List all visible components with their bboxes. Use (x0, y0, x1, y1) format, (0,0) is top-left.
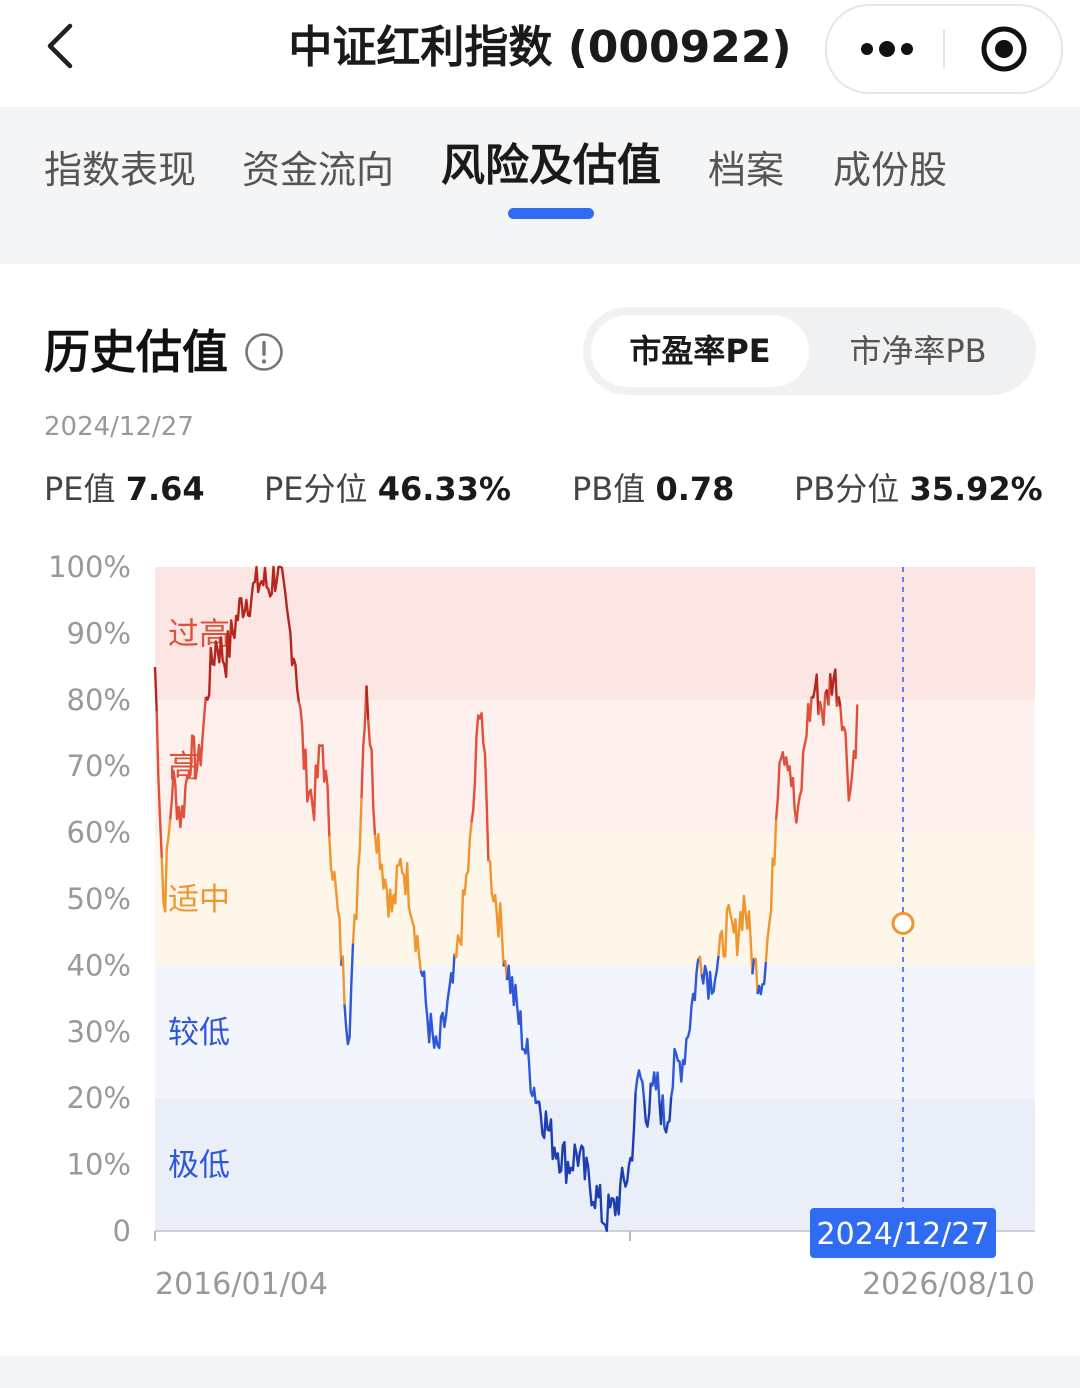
y-tick-label: 10% (67, 1148, 131, 1182)
stat-number: 35.92% (909, 470, 1043, 508)
stat-pb-value: PB值 0.78 (572, 464, 734, 510)
valuation-date: 2024/12/27 (44, 412, 194, 442)
page-title: 中证红利指数 (000922) (288, 22, 792, 73)
tab-constituents[interactable]: 成份股 (833, 145, 947, 195)
stat-label: PB分位 (794, 470, 900, 508)
series-line-segment (661, 1094, 666, 1128)
valuation-card: 历史估值 市盈率PE 市净率PB 2024/12/27 PE值 7.64 PE分… (0, 264, 1080, 1356)
series-line-segment (837, 696, 842, 707)
bottom-spacer (0, 1356, 1080, 1388)
tab-bar: 指数表现 资金流向 风险及估值 档案 成份股 (22, 107, 1080, 232)
record-circle-icon[interactable] (979, 24, 1029, 74)
y-tick-label: 20% (67, 1081, 131, 1115)
pe-toggle-button[interactable]: 市盈率PE (591, 315, 809, 387)
y-tick-label: 90% (67, 616, 131, 650)
band-label: 适中 (168, 882, 230, 918)
capsule-divider (943, 30, 945, 68)
series-line-segment (153, 666, 158, 712)
stat-pb-percentile: PB分位 35.92% (794, 464, 1043, 510)
y-tick-label: 40% (67, 948, 131, 982)
y-tick-label: 50% (67, 882, 131, 916)
tab-risk-valuation[interactable]: 风险及估值 (441, 141, 661, 191)
stat-label: PE分位 (264, 470, 368, 508)
series-line-segment (341, 955, 346, 1005)
stat-pe-percentile: PE分位 46.33% (264, 464, 511, 510)
y-tick-label: 60% (67, 816, 131, 850)
stat-label: PB值 (572, 470, 646, 508)
y-tick-label: 0 (113, 1214, 131, 1248)
cursor-point (891, 911, 915, 935)
tab-profile[interactable]: 档案 (708, 145, 784, 195)
stat-number: 7.64 (125, 470, 205, 508)
stat-pe-value: PE值 7.64 (44, 464, 205, 510)
cursor-date-label: 2024/12/27 (817, 1217, 990, 1252)
section-title: 历史估值 (44, 325, 228, 379)
y-tick-label: 30% (67, 1015, 131, 1049)
band-label: 极低 (168, 1148, 230, 1184)
stat-number: 0.78 (655, 470, 735, 508)
tab-index-performance[interactable]: 指数表现 (44, 145, 196, 195)
series-line-segment (365, 685, 370, 720)
y-tick-label: 70% (67, 749, 131, 783)
info-icon[interactable] (244, 332, 284, 372)
tab-fund-flow[interactable]: 资金流向 (242, 145, 394, 195)
x-tick-label: 2016/01/04 (155, 1267, 328, 1302)
chevron-left-icon[interactable] (38, 22, 86, 70)
y-tick-label: 80% (67, 683, 131, 717)
x-tick-label: 2026/08/10 (862, 1267, 1035, 1302)
stat-label: PE值 (44, 470, 116, 508)
series-line-segment (751, 957, 756, 975)
mini-program-capsule (825, 4, 1063, 94)
pb-toggle-button[interactable]: 市净率PB (809, 315, 1027, 387)
stat-number: 46.33% (377, 470, 511, 508)
y-tick-label: 100% (48, 550, 131, 584)
active-tab-indicator (508, 208, 594, 219)
metric-toggle: 市盈率PE 市净率PB (583, 307, 1036, 395)
valuation-percentile-chart[interactable]: 极低较低适中高过高010%20%30%40%50%60%70%80%90%100… (0, 528, 1080, 1328)
top-bar: 中证红利指数 (000922) (0, 0, 1080, 107)
more-dots-icon[interactable] (857, 34, 917, 64)
band-label: 较低 (168, 1015, 230, 1051)
